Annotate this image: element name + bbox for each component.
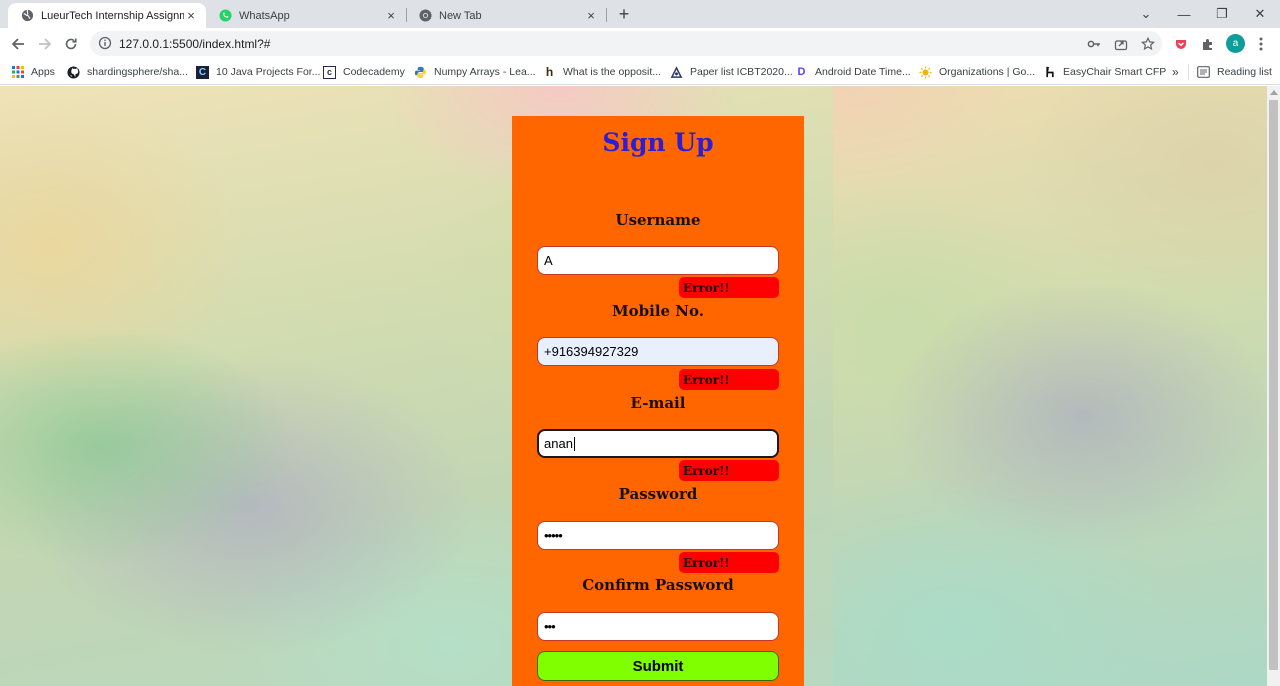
submit-button[interactable]: Submit bbox=[537, 651, 779, 681]
bookmarks-bar: Apps shardingsphere/sha... C 10 Java Pro… bbox=[0, 59, 1280, 85]
bookmark-easychair[interactable]: EasyChair Smart CFP bbox=[1043, 64, 1166, 80]
bookmark-label: Numpy Arrays - Lea... bbox=[434, 66, 536, 78]
minimize-button[interactable]: — bbox=[1165, 0, 1203, 28]
username-error: Error!! bbox=[679, 277, 779, 298]
background-panel bbox=[833, 86, 1267, 686]
kebab-menu-icon[interactable] bbox=[1252, 35, 1270, 53]
share-icon[interactable] bbox=[1113, 36, 1129, 52]
bookmark-label: Codecademy bbox=[343, 66, 405, 78]
bookmark-label: Apps bbox=[31, 66, 55, 78]
address-url: 127.0.0.1:5500/index.html?# bbox=[119, 37, 271, 51]
reload-icon bbox=[65, 38, 77, 50]
scrollbar-thumb[interactable] bbox=[1269, 100, 1278, 670]
username-label: Username bbox=[615, 211, 701, 229]
arrow-left-icon bbox=[11, 38, 24, 50]
bookmark-label: Paper list ICBT2020... bbox=[690, 66, 793, 78]
password-label: Password bbox=[618, 485, 698, 503]
extensions-icon[interactable] bbox=[1199, 35, 1217, 53]
c-icon: C bbox=[196, 65, 209, 79]
password-input[interactable]: ••••• bbox=[537, 521, 779, 550]
reload-button[interactable] bbox=[59, 32, 83, 56]
bookmark-paper-list[interactable]: Paper list ICBT2020... bbox=[670, 64, 793, 80]
bookmark-label: Organizations | Go... bbox=[939, 66, 1036, 78]
chrome-icon bbox=[418, 9, 432, 23]
email-input[interactable]: anan bbox=[537, 429, 779, 458]
tab-title: LueurTech Internship Assignment bbox=[41, 9, 184, 22]
mobile-error: Error!! bbox=[679, 369, 779, 390]
pocket-extension-icon[interactable] bbox=[1172, 35, 1190, 53]
bookmark-star-icon[interactable] bbox=[1140, 36, 1156, 52]
paper-icon bbox=[670, 65, 683, 79]
bookmark-numpy[interactable]: Numpy Arrays - Lea... bbox=[414, 64, 536, 80]
mobile-label: Mobile No. bbox=[612, 302, 704, 320]
whatsapp-icon bbox=[218, 9, 232, 23]
dd-icon: D bbox=[797, 66, 806, 78]
forward-button[interactable] bbox=[33, 32, 57, 56]
bookmark-label: EasyChair Smart CFP bbox=[1063, 66, 1167, 78]
new-tab-button[interactable]: + bbox=[614, 4, 634, 24]
bookmark-label: Android Date Time... bbox=[815, 66, 911, 78]
apps-icon bbox=[11, 66, 24, 79]
reading-list-label: Reading list bbox=[1217, 66, 1272, 78]
page-viewport: Sign Up Username A Error!! Mobile No. +9… bbox=[0, 86, 1267, 686]
arrow-right-icon bbox=[39, 38, 52, 50]
reading-list-button[interactable]: Reading list bbox=[1197, 64, 1272, 80]
key-icon[interactable] bbox=[1086, 36, 1102, 52]
close-icon[interactable]: × bbox=[184, 8, 198, 23]
email-input-value: anan bbox=[544, 436, 573, 451]
sun-icon bbox=[919, 65, 932, 79]
window-close-button[interactable]: ✕ bbox=[1241, 0, 1279, 28]
bookmark-apps[interactable]: Apps bbox=[11, 64, 55, 80]
reading-list-icon bbox=[1197, 66, 1210, 79]
page-scrollbar[interactable] bbox=[1267, 86, 1280, 686]
mobile-input[interactable]: +916394927329 bbox=[537, 337, 779, 366]
email-error: Error!! bbox=[679, 460, 779, 481]
bookmark-codecademy[interactable]: c Codecademy bbox=[323, 64, 405, 80]
bookmark-opposite[interactable]: h What is the opposit... bbox=[543, 64, 661, 80]
scroll-up-arrow-icon[interactable] bbox=[1270, 90, 1278, 95]
globe-icon bbox=[20, 9, 34, 23]
restore-button[interactable]: ❐ bbox=[1203, 0, 1241, 28]
username-input[interactable]: A bbox=[537, 246, 779, 275]
github-icon bbox=[67, 65, 80, 79]
browser-toolbar: 127.0.0.1:5500/index.html?# bbox=[0, 28, 1280, 59]
email-label: E-mail bbox=[630, 394, 686, 412]
tab-lueurtech[interactable]: LueurTech Internship Assignment × bbox=[8, 3, 206, 28]
form-title: Sign Up bbox=[602, 128, 714, 157]
h-icon: h bbox=[545, 65, 554, 79]
confirm-password-input[interactable]: ••• bbox=[537, 612, 779, 641]
codecademy-icon: c bbox=[323, 65, 336, 79]
bookmark-java-projects[interactable]: C 10 Java Projects For... bbox=[196, 64, 320, 80]
back-button[interactable] bbox=[6, 32, 30, 56]
tab-title: New Tab bbox=[439, 9, 482, 22]
close-icon[interactable]: × bbox=[384, 8, 398, 23]
tab-strip: LueurTech Internship Assignment × WhatsA… bbox=[0, 0, 1280, 28]
password-error: Error!! bbox=[679, 552, 779, 573]
bookmark-android-date[interactable]: D Android Date Time... bbox=[795, 64, 911, 80]
bookmark-label: shardingsphere/sha... bbox=[87, 66, 188, 78]
tab-whatsapp[interactable]: WhatsApp × bbox=[206, 3, 406, 28]
easychair-icon bbox=[1043, 66, 1056, 79]
bookmark-label: What is the opposit... bbox=[563, 66, 662, 78]
tab-search-button[interactable]: ⌄ bbox=[1127, 0, 1165, 28]
signup-form: Sign Up Username A Error!! Mobile No. +9… bbox=[512, 116, 804, 686]
confirm-password-label: Confirm Password bbox=[582, 576, 734, 594]
python-icon bbox=[414, 66, 427, 79]
tab-title: WhatsApp bbox=[239, 9, 290, 22]
text-caret bbox=[573, 436, 575, 451]
tab-new-tab[interactable]: New Tab × bbox=[406, 3, 606, 28]
bookmark-organizations[interactable]: Organizations | Go... bbox=[919, 64, 1035, 80]
info-icon bbox=[98, 36, 112, 50]
bookmark-label: 10 Java Projects For... bbox=[216, 66, 321, 78]
close-icon[interactable]: × bbox=[584, 8, 598, 23]
bookmark-shardingsphere[interactable]: shardingsphere/sha... bbox=[67, 64, 188, 80]
bookmarks-overflow-button[interactable]: » bbox=[1172, 64, 1179, 80]
address-bar[interactable]: 127.0.0.1:5500/index.html?# bbox=[90, 31, 1162, 56]
avatar[interactable]: a bbox=[1226, 34, 1245, 53]
